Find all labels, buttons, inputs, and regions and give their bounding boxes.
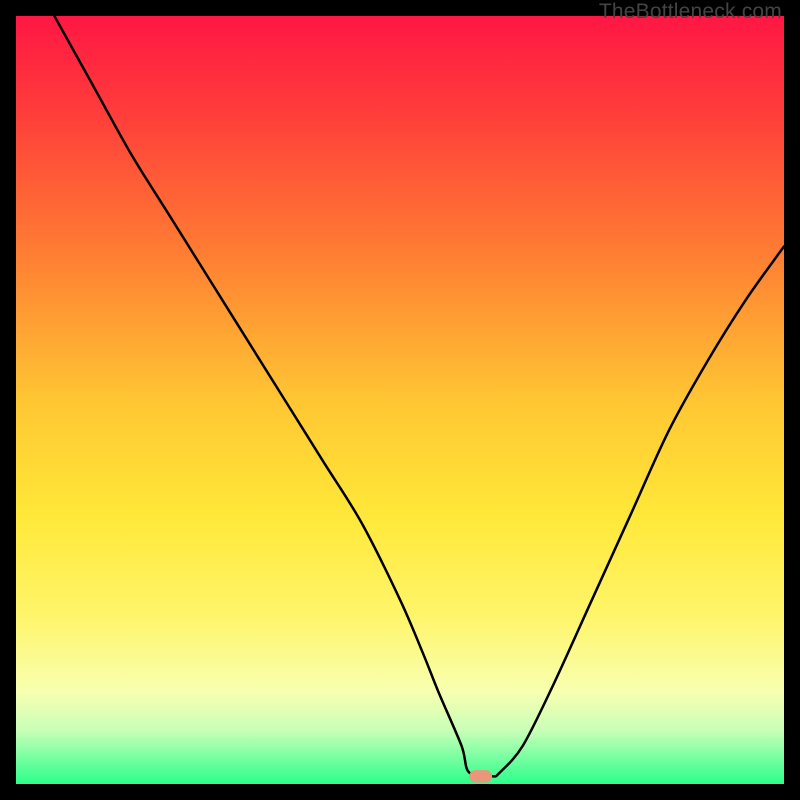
optimal-marker: [469, 770, 492, 782]
watermark-text: TheBottleneck.com: [599, 0, 782, 24]
gradient-background: [16, 16, 784, 784]
chart-container: TheBottleneck.com: [0, 0, 800, 800]
chart-svg: [16, 16, 784, 784]
plot-area: [16, 16, 784, 784]
